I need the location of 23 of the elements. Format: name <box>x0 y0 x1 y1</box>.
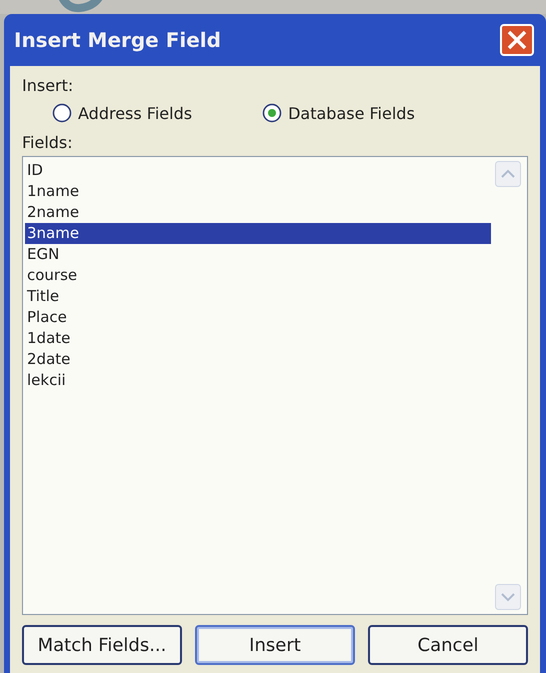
scroll-up-icon[interactable] <box>495 161 521 187</box>
list-item[interactable]: ID <box>25 160 491 181</box>
list-item[interactable]: 1name <box>25 181 491 202</box>
list-item[interactable]: lekcii <box>25 370 491 391</box>
insert-label: Insert: <box>22 76 74 95</box>
list-item[interactable]: Title <box>25 286 491 307</box>
fields-label: Fields: <box>22 133 74 152</box>
radio-option[interactable]: Database Fields <box>262 103 415 123</box>
list-item[interactable]: 2date <box>25 349 491 370</box>
list-item[interactable]: course <box>25 265 491 286</box>
list-item[interactable]: Place <box>25 307 491 328</box>
list-item[interactable]: 2name <box>25 202 491 223</box>
window-title: Insert Merge Field <box>14 28 221 52</box>
list-item[interactable]: 1date <box>25 328 491 349</box>
dialog-button[interactable]: Insert <box>195 625 355 665</box>
list-item[interactable]: EGN <box>25 244 491 265</box>
dialog-button[interactable]: Match Fields... <box>22 625 182 665</box>
dialog-button[interactable]: Cancel <box>368 625 528 665</box>
list-item[interactable]: 3name <box>25 223 491 244</box>
close-icon <box>506 29 528 51</box>
scroll-down-icon[interactable] <box>495 584 521 610</box>
close-button[interactable] <box>500 24 534 56</box>
radio-option[interactable]: Address Fields <box>52 103 192 123</box>
